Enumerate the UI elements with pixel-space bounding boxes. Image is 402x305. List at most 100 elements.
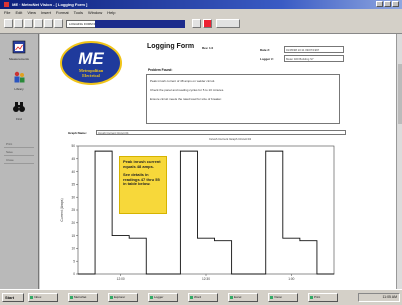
home-button[interactable] bbox=[44, 19, 53, 28]
clock: 11:05 AM bbox=[382, 295, 397, 299]
graph-name-value: Inrush Current Circuit 04 bbox=[98, 131, 129, 135]
graph-name-field[interactable]: Inrush Current Circuit 04 bbox=[96, 130, 346, 135]
window-controls bbox=[376, 1, 399, 7]
sidebar: Measurements Library Find Print Save Clo… bbox=[0, 34, 39, 289]
sidebar-link-save[interactable]: Save bbox=[4, 150, 34, 156]
date-label: Date #: bbox=[260, 48, 271, 52]
taskbar-button-label: MetroNet bbox=[74, 295, 87, 299]
taskbar-button[interactable]: MetroNet bbox=[68, 293, 98, 302]
binoculars-icon bbox=[13, 102, 25, 112]
sidebar-item-measurements[interactable]: Measurements bbox=[6, 40, 32, 61]
data-point bbox=[282, 237, 284, 239]
logo-letters: ME bbox=[78, 49, 104, 68]
stop-button[interactable] bbox=[24, 19, 33, 28]
problem-line: Ensure circuit meets the rated load for … bbox=[150, 97, 222, 101]
stop-record-icon[interactable] bbox=[203, 19, 212, 28]
menu-view[interactable]: View bbox=[27, 10, 36, 15]
go-button[interactable] bbox=[192, 19, 201, 28]
y-tick-label: 20 bbox=[71, 221, 75, 225]
taskbar-button[interactable]: Vision bbox=[268, 293, 298, 302]
menu-edit[interactable]: Edit bbox=[15, 10, 22, 15]
taskbar-button[interactable]: Print bbox=[308, 293, 338, 302]
vertical-scrollbar[interactable] bbox=[396, 34, 402, 289]
logger-field[interactable]: Meter 400 Building S7 bbox=[284, 55, 344, 62]
chart-window-icon bbox=[12, 40, 26, 54]
close-button[interactable] bbox=[392, 1, 399, 7]
data-point bbox=[128, 237, 130, 239]
chart-title: Inrush Current Graph Circuit 04 bbox=[209, 137, 251, 141]
taskbar-button[interactable]: Logger bbox=[148, 293, 178, 302]
menu-file[interactable]: File bbox=[4, 10, 10, 15]
application-window: ME · MetroNet Vision - [ Logging Form ] … bbox=[0, 0, 402, 305]
taskbar: Start Inbox MetroNet Explorer Logger Word Exc… bbox=[0, 289, 402, 305]
data-point bbox=[248, 273, 250, 275]
taskbar-button[interactable]: Word bbox=[188, 293, 218, 302]
y-tick-label: 40 bbox=[71, 170, 75, 174]
y-tick-label: 5 bbox=[73, 259, 75, 263]
annotation-text: See details in readings 47 thru 55 in ta… bbox=[123, 172, 160, 186]
sidebar-item-label: Find bbox=[16, 117, 22, 121]
sidebar-item-library[interactable]: Library bbox=[6, 70, 32, 91]
print-button[interactable] bbox=[216, 19, 240, 28]
menu-format[interactable]: Format bbox=[56, 10, 69, 15]
app-icon bbox=[190, 296, 193, 299]
maximize-button[interactable] bbox=[384, 1, 391, 7]
taskbar-button-label: Word bbox=[194, 295, 202, 299]
sidebar-item-label: Library bbox=[14, 87, 24, 91]
taskbar-button[interactable]: Excel bbox=[228, 293, 258, 302]
menu-insert[interactable]: Insert bbox=[41, 10, 51, 15]
problem-line: Peak inrush current of 48 amps on welder… bbox=[150, 79, 216, 83]
taskbar-button-label: Explorer bbox=[114, 295, 126, 299]
menu-window[interactable]: Window bbox=[88, 10, 102, 15]
sidebar-link-close[interactable]: Close bbox=[4, 158, 34, 164]
app-icon bbox=[230, 296, 233, 299]
title-bar[interactable]: ME · MetroNet Vision - [ Logging Form ] bbox=[0, 0, 402, 9]
problem-line: Check the panel and reading cycles for 5… bbox=[150, 88, 225, 92]
app-icon bbox=[70, 296, 73, 299]
start-button[interactable]: Start bbox=[2, 293, 24, 302]
form-title: Logging Form bbox=[147, 43, 195, 50]
data-point bbox=[316, 273, 318, 275]
sidebar-item-find[interactable]: Find bbox=[6, 100, 32, 121]
app-icon bbox=[30, 296, 33, 299]
y-axis-label: Current (Amps) bbox=[60, 198, 64, 221]
toolbar-progress-bar bbox=[95, 20, 185, 28]
data-point bbox=[145, 273, 147, 275]
app-icon bbox=[310, 296, 313, 299]
annotation-callout: Peak inrush current equals 48 amps. See … bbox=[119, 156, 167, 214]
system-tray: 11:05 AM bbox=[358, 293, 400, 302]
menu-help[interactable]: Help bbox=[107, 10, 115, 15]
data-point bbox=[111, 235, 113, 236]
x-tick-label: 12:30 bbox=[202, 277, 210, 281]
window-title: ME · MetroNet Vision - [ Logging Form ] bbox=[12, 2, 88, 7]
y-tick-label: 35 bbox=[71, 183, 75, 187]
graph-name-label: Graph Name: bbox=[68, 131, 87, 135]
taskbar-button[interactable]: Explorer bbox=[108, 293, 138, 302]
data-point bbox=[231, 273, 232, 275]
inrush-current-chart: 0 5 10 15 20 25 30 35 40 45 50 Current (Amps) 12:00 1… bbox=[60, 144, 335, 281]
taskbar-button-label: Vision bbox=[274, 295, 283, 299]
app-icon bbox=[110, 296, 113, 299]
scrollbar-thumb[interactable] bbox=[398, 64, 402, 124]
date-field[interactable]: 01/05/98 10:11 09/07/1997 bbox=[284, 46, 344, 53]
refresh-button[interactable] bbox=[34, 19, 43, 28]
minimize-button[interactable] bbox=[376, 1, 383, 7]
menu-tools[interactable]: Tools bbox=[74, 10, 83, 15]
problem-notes-box[interactable]: Peak inrush current of 48 amps on welder… bbox=[146, 74, 340, 124]
search-button[interactable] bbox=[54, 19, 63, 28]
data-point bbox=[197, 237, 198, 239]
sidebar-link-print[interactable]: Print bbox=[4, 142, 34, 148]
taskbar-button[interactable]: Inbox bbox=[28, 293, 58, 302]
data-point bbox=[265, 150, 267, 152]
logger-value: Meter 400 Building S7 bbox=[286, 57, 314, 61]
metropolitan-electrical-logo: ME Metropolitan Electrical bbox=[60, 41, 122, 85]
data-point bbox=[77, 273, 79, 275]
y-tick-label: 0 bbox=[73, 272, 75, 276]
y-tick-label: 15 bbox=[71, 234, 75, 238]
x-tick-label: 12:00 bbox=[117, 277, 125, 281]
back-button[interactable] bbox=[4, 19, 13, 28]
y-tick-label: 45 bbox=[71, 157, 75, 161]
data-point bbox=[214, 240, 215, 242]
forward-button[interactable] bbox=[14, 19, 23, 28]
data-point bbox=[333, 273, 335, 275]
